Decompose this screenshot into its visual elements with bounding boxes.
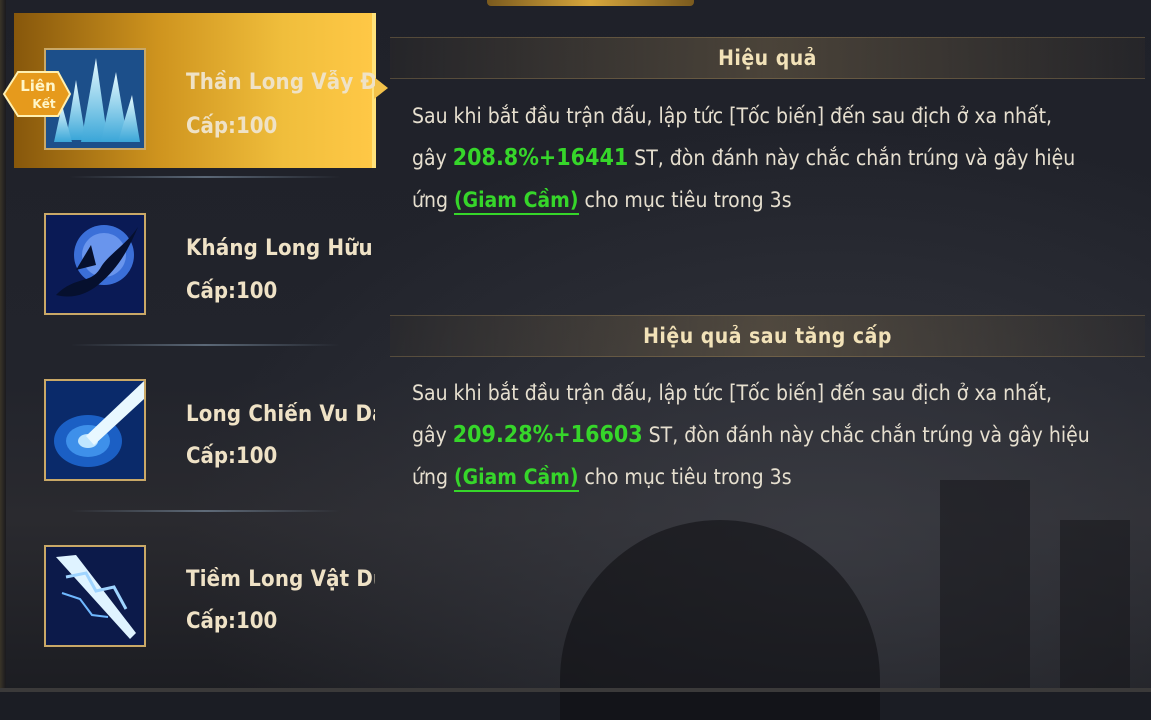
effect-keyword-link[interactable]: (Giam Cầm): [453, 188, 579, 215]
effect-description: Sau khi bắt đầu trận đấu, lập tức [Tốc b…: [412, 95, 1112, 221]
link-badge-icon: Liên Kết: [2, 71, 72, 117]
background-tower: [1060, 520, 1130, 690]
upgrade-line-2: gây 209.28%+16603 ST, đòn đánh này chắc …: [412, 414, 1112, 456]
upgrade-line-3-suffix: cho mục tiêu trong 3s: [578, 465, 792, 489]
effect-title: Hiệu quả: [718, 46, 817, 70]
background-tower: [940, 480, 1030, 690]
skill-name: Kháng Long Hữu Hối: [186, 236, 375, 261]
list-divider: [70, 176, 340, 178]
skill-list: Liên Kết Thần Long Vẫy Đuôi Cấp:100 Khán…: [0, 0, 388, 692]
effect-line-1: Sau khi bắt đầu trận đấu, lập tức [Tốc b…: [412, 104, 1053, 128]
skill-level: Cấp:100: [186, 609, 278, 634]
skill-level: Cấp:100: [186, 279, 278, 304]
effect-line-3: ứng (Giam Cầm) cho mục tiêu trong 3s: [412, 179, 1112, 221]
upgrade-line-3-prefix: ứng: [412, 465, 454, 489]
upgrade-line-2-prefix: gây: [412, 423, 453, 447]
upgrade-section-header: Hiệu quả sau tăng cấp: [390, 315, 1145, 357]
dragon-moon-icon[interactable]: [44, 213, 146, 315]
upgrade-keyword-link[interactable]: (Giam Cầm): [453, 465, 579, 492]
selection-arrow-icon: [374, 77, 388, 99]
effect-line-2-prefix: gây: [412, 146, 453, 170]
upgrade-line-2-suffix: ST, đòn đánh này chắc chắn trúng và gây …: [642, 423, 1090, 447]
skill-name: Long Chiến Vu Dã: [186, 402, 375, 427]
effect-line-2: gây 208.8%+16441 ST, đòn đánh này chắc c…: [412, 137, 1112, 179]
effect-section-header: Hiệu quả: [390, 37, 1145, 79]
upgrade-line-1: Sau khi bắt đầu trận đấu, lập tức [Tốc b…: [412, 381, 1053, 405]
skill-name: Tiềm Long Vật Dụng: [186, 567, 375, 592]
upgrade-line-3: ứng (Giam Cầm) cho mục tiêu trong 3s: [412, 456, 1112, 498]
lightning-spear-icon[interactable]: [44, 545, 146, 647]
skill-name: Thần Long Vẫy Đuôi: [186, 70, 375, 95]
skill-level: Cấp:100: [186, 114, 278, 139]
blue-vortex-icon[interactable]: [44, 379, 146, 481]
upgrade-damage-value: 209.28%+16603: [452, 422, 643, 448]
effect-damage-value: 208.8%+16441: [452, 145, 629, 171]
top-frame-ornament: [487, 0, 694, 6]
effect-line-2-suffix: ST, đòn đánh này chắc chắn trúng và gây …: [628, 146, 1076, 170]
upgrade-title: Hiệu quả sau tăng cấp: [643, 324, 892, 348]
upgrade-description: Sau khi bắt đầu trận đấu, lập tức [Tốc b…: [412, 372, 1112, 498]
effect-line-3-suffix: cho mục tiêu trong 3s: [578, 188, 792, 212]
skill-level: Cấp:100: [186, 444, 278, 469]
link-badge-line2: Kết: [32, 97, 55, 111]
link-badge-line1: Liên: [20, 77, 56, 95]
effect-line-3-prefix: ứng: [412, 188, 454, 212]
